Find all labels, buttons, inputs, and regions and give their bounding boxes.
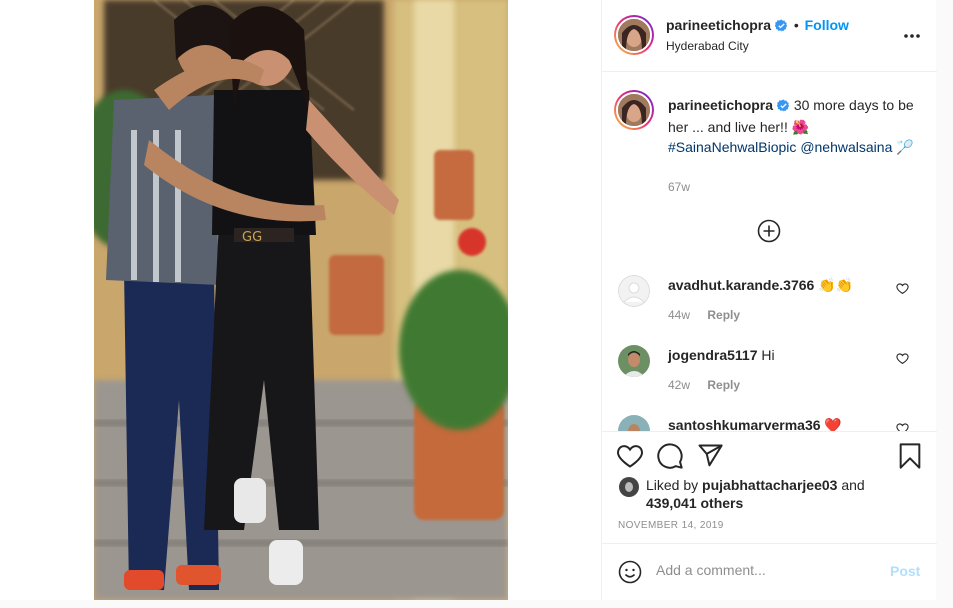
comment-input[interactable]: [656, 562, 876, 578]
comment-age[interactable]: 44w: [668, 308, 690, 322]
post-photo[interactable]: GG: [94, 0, 508, 600]
likes-prefix: Liked by: [646, 477, 699, 493]
comment-item: avadhut.karande.3766 👏👏 44w Reply: [602, 275, 937, 345]
location-link[interactable]: Hyderabad City: [666, 39, 749, 53]
comment-avatar[interactable]: [618, 275, 650, 307]
caption: parineetichopra 30 more days to be her .…: [668, 95, 918, 157]
heart-icon[interactable]: [616, 442, 644, 470]
post-sidebar: parineetichopra • Follow Hyderabad City …: [601, 0, 937, 600]
post-date[interactable]: NOVEMBER 14, 2019: [618, 520, 724, 531]
author-username[interactable]: parineetichopra: [666, 17, 771, 33]
comment-username[interactable]: jogendra5117: [668, 347, 758, 363]
caption-mention[interactable]: @nehwalsaina: [800, 139, 892, 155]
more-icon[interactable]: [902, 24, 922, 44]
comment-age[interactable]: 42w: [668, 378, 690, 392]
caption-emoji: 🏸: [896, 139, 914, 155]
comment-avatar[interactable]: [618, 345, 650, 377]
post-header: parineetichopra • Follow Hyderabad City: [602, 0, 937, 72]
emoji-icon[interactable]: [618, 560, 642, 584]
author-avatar[interactable]: [614, 15, 654, 55]
post-button[interactable]: Post: [890, 563, 920, 579]
caption-avatar[interactable]: [614, 90, 654, 130]
caption-username[interactable]: parineetichopra: [668, 97, 773, 113]
save-icon[interactable]: [896, 442, 924, 470]
header-title-line: parineetichopra • Follow: [666, 17, 849, 35]
follow-button[interactable]: Follow: [805, 17, 849, 33]
action-section: Liked by pujabhattacharjee03 and 439,041…: [602, 431, 937, 543]
comment-body: Hi: [761, 347, 775, 363]
verified-icon: [776, 97, 790, 117]
likes-and: and: [841, 477, 865, 493]
comment-icon[interactable]: [656, 442, 684, 470]
comment-avatar[interactable]: [618, 415, 650, 431]
caption-age[interactable]: 67w: [668, 180, 690, 194]
comment-text-line: jogendra5117 Hi: [668, 347, 775, 363]
heart-icon[interactable]: [896, 422, 910, 431]
heart-icon[interactable]: [896, 352, 910, 366]
comments-list[interactable]: parineetichopra 30 more days to be her .…: [602, 72, 937, 431]
likes-user[interactable]: pujabhattacharjee03: [702, 477, 837, 493]
caption-hashtag[interactable]: #SainaNehwalBiopic: [668, 139, 796, 155]
comment-body: ❤️: [824, 417, 842, 431]
share-icon[interactable]: [696, 442, 724, 470]
comment-item: jogendra5117 Hi 42w Reply: [602, 345, 937, 415]
comment-username[interactable]: avadhut.karande.3766: [668, 277, 814, 293]
photo-illustration: GG: [94, 0, 508, 600]
add-circle-icon[interactable]: +: [757, 219, 781, 243]
verified-icon: [774, 19, 788, 35]
add-comment-bar: Post: [602, 543, 937, 600]
photo-area: GG: [0, 0, 601, 600]
likes-count[interactable]: 439,041 others: [646, 495, 743, 511]
svg-text:GG: GG: [242, 230, 262, 245]
reply-button[interactable]: Reply: [707, 378, 740, 392]
liker-avatar[interactable]: [619, 477, 639, 497]
comment-body: 👏👏: [818, 277, 854, 293]
post-frame: GG parineetichopra • Follow Hyderabad Ci…: [0, 0, 937, 600]
comment-text-line: avadhut.karande.3766 👏👏: [668, 277, 853, 294]
reply-button[interactable]: Reply: [707, 308, 740, 322]
heart-icon[interactable]: [896, 282, 910, 296]
header-separator: •: [793, 17, 799, 33]
comment-meta: 42w Reply: [668, 378, 754, 392]
comment-item: santoshkumarverma36 ❤️: [602, 415, 937, 431]
comment-meta: 44w Reply: [668, 308, 754, 322]
comment-text-line: santoshkumarverma36 ❤️: [668, 417, 842, 431]
likes-summary: Liked by pujabhattacharjee03 and 439,041…: [646, 476, 916, 512]
comment-username[interactable]: santoshkumarverma36: [668, 417, 821, 431]
